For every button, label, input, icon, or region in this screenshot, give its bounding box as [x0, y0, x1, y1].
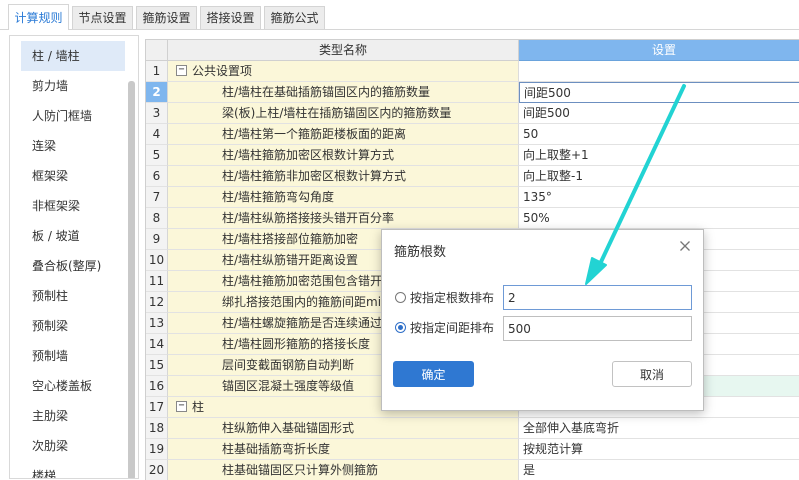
row-number: 6: [146, 166, 168, 187]
table-row[interactable]: 4 柱/墙柱第一个箍筋距楼板面的距离 50: [146, 124, 799, 145]
row-name: 柱基础锚固区只计算外侧箍筋: [168, 460, 519, 480]
header-setting: 设置: [519, 40, 799, 61]
row-number: 8: [146, 208, 168, 229]
row-number: 5: [146, 145, 168, 166]
tab-lap-settings[interactable]: 搭接设置: [200, 6, 261, 29]
row-number: 10: [146, 250, 168, 271]
ok-button[interactable]: 确定: [393, 361, 474, 387]
row-value[interactable]: 向上取整-1: [519, 166, 799, 187]
row-number: 2: [146, 82, 168, 103]
table-row[interactable]: 2 柱/墙柱在基础插筋锚固区内的箍筋数量 间距500: [146, 82, 799, 103]
tab-bar: 计算规则 节点设置 箍筋设置 搭接设置 箍筋公式: [0, 0, 799, 30]
sidebar-item-precast-beam[interactable]: 预制梁: [21, 311, 125, 341]
header-type-name: 类型名称: [168, 40, 519, 61]
row-number: 4: [146, 124, 168, 145]
tab-node-settings[interactable]: 节点设置: [72, 6, 133, 29]
dialog-title: 箍筋根数: [394, 245, 447, 260]
table-row[interactable]: 6 柱/墙柱箍筋非加密区根数计算方式 向上取整-1: [146, 166, 799, 187]
row-value[interactable]: 间距500: [519, 103, 799, 124]
row-name: 柱/墙柱纵筋搭接接头错开百分率: [168, 208, 519, 229]
sidebar-item-shear-wall[interactable]: 剪力墙: [21, 71, 125, 101]
row-number: 11: [146, 271, 168, 292]
row-number: 19: [146, 439, 168, 460]
tab-stirrup-formula[interactable]: 箍筋公式: [264, 6, 325, 29]
tab-divider: [0, 29, 799, 30]
sidebar-scrollbar[interactable]: [128, 81, 135, 478]
row-number: 12: [146, 292, 168, 313]
row-name: 柱纵筋伸入基础锚固形式: [168, 418, 519, 439]
row-value[interactable]: [519, 61, 799, 82]
sidebar-item-secondary-rib-beam[interactable]: 次肋梁: [21, 431, 125, 461]
row-name: 柱/墙柱箍筋加密区根数计算方式: [168, 145, 519, 166]
row-number: 7: [146, 187, 168, 208]
option-by-count[interactable]: 按指定根数排布: [395, 286, 494, 311]
sidebar-item-slab-ramp[interactable]: 板 / 坡道: [21, 221, 125, 251]
radio-icon[interactable]: [395, 292, 406, 303]
option-by-count-label: 按指定根数排布: [410, 291, 495, 305]
row-value[interactable]: 50: [519, 124, 799, 145]
row-number: 14: [146, 334, 168, 355]
row-name: 柱基础插筋弯折长度: [168, 439, 519, 460]
sidebar: 柱 / 墙柱 剪力墙 人防门框墙 连梁 框架梁 非框架梁 板 / 坡道 叠合板(…: [9, 35, 139, 479]
spacing-input[interactable]: [503, 316, 692, 341]
row-name: 柱/墙柱在基础插筋锚固区内的箍筋数量: [168, 82, 519, 103]
option-by-spacing-label: 按指定间距排布: [410, 321, 495, 335]
table-row[interactable]: 3 梁(板)上柱/墙柱在插筋锚固区内的箍筋数量 间距500: [146, 103, 799, 124]
close-icon[interactable]: [677, 238, 693, 254]
sidebar-item-main-rib-beam[interactable]: 主肋梁: [21, 401, 125, 431]
row-value[interactable]: 全部伸入基底弯折: [519, 418, 799, 439]
row-name: 柱/墙柱第一个箍筋距楼板面的距离: [168, 124, 519, 145]
sidebar-item-composite-slab[interactable]: 叠合板(整厚): [21, 251, 125, 281]
table-row[interactable]: 7 柱/墙柱箍筋弯勾角度 135°: [146, 187, 799, 208]
row-value[interactable]: 是: [519, 460, 799, 480]
row-number: 18: [146, 418, 168, 439]
table-row[interactable]: 20 柱基础锚固区只计算外侧箍筋 是: [146, 460, 799, 480]
table-row[interactable]: 18 柱纵筋伸入基础锚固形式 全部伸入基底弯折: [146, 418, 799, 439]
table-row[interactable]: 5 柱/墙柱箍筋加密区根数计算方式 向上取整+1: [146, 145, 799, 166]
row-number: 17: [146, 397, 168, 418]
row-name: 柱/墙柱箍筋非加密区根数计算方式: [168, 166, 519, 187]
row-name: 梁(板)上柱/墙柱在插筋锚固区内的箍筋数量: [168, 103, 519, 124]
row-number: 1: [146, 61, 168, 82]
radio-icon[interactable]: [395, 322, 406, 333]
row-value[interactable]: 按规范计算: [519, 439, 799, 460]
sidebar-item-frame-beam[interactable]: 框架梁: [21, 161, 125, 191]
sidebar-item-non-frame-beam[interactable]: 非框架梁: [21, 191, 125, 221]
row-value[interactable]: 135°: [519, 187, 799, 208]
row-number: 13: [146, 313, 168, 334]
row-number: 16: [146, 376, 168, 397]
sidebar-item-civil-defense-door-wall[interactable]: 人防门框墙: [21, 101, 125, 131]
expander-minus-icon[interactable]: −: [176, 65, 187, 76]
expander-minus-icon[interactable]: −: [176, 401, 187, 412]
count-input[interactable]: [503, 285, 692, 310]
tab-stirrup-settings[interactable]: 箍筋设置: [136, 6, 197, 29]
sidebar-item-coupling-beam[interactable]: 连梁: [21, 131, 125, 161]
row-name: − 公共设置项: [168, 61, 519, 82]
group-title: 柱: [192, 400, 205, 414]
row-number: 15: [146, 355, 168, 376]
table-row[interactable]: 19 柱基础插筋弯折长度 按规范计算: [146, 439, 799, 460]
stirrup-count-dialog: 箍筋根数 按指定根数排布 按指定间距排布 确定 取消: [381, 229, 704, 411]
row-number: 3: [146, 103, 168, 124]
cancel-button[interactable]: 取消: [612, 361, 692, 387]
table-row[interactable]: 8 柱/墙柱纵筋搭接接头错开百分率 50%: [146, 208, 799, 229]
row-number: 9: [146, 229, 168, 250]
tab-calc-rules[interactable]: 计算规则: [8, 4, 69, 30]
header-row-number: [146, 40, 168, 61]
option-by-spacing[interactable]: 按指定间距排布: [395, 316, 494, 341]
sidebar-item-column[interactable]: 柱 / 墙柱: [21, 41, 125, 71]
row-name: 柱/墙柱箍筋弯勾角度: [168, 187, 519, 208]
row-value[interactable]: 向上取整+1: [519, 145, 799, 166]
row-value[interactable]: 间距500: [519, 82, 799, 103]
row-number: 20: [146, 460, 168, 480]
group-title: 公共设置项: [192, 64, 253, 78]
row-value[interactable]: 50%: [519, 208, 799, 229]
table-row[interactable]: 1 − 公共设置项: [146, 61, 799, 82]
sidebar-item-precast-wall[interactable]: 预制墙: [21, 341, 125, 371]
sidebar-item-stairs[interactable]: 楼梯: [21, 461, 125, 478]
sidebar-item-hollow-floor-slab[interactable]: 空心楼盖板: [21, 371, 125, 401]
sidebar-item-precast-column[interactable]: 预制柱: [21, 281, 125, 311]
